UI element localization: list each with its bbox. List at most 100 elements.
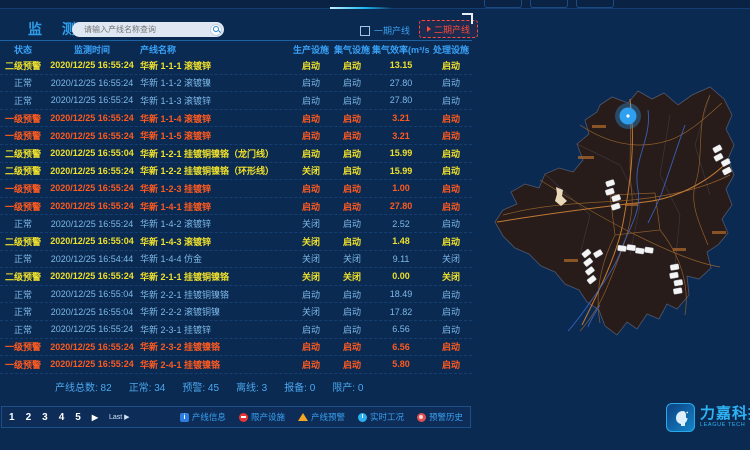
- cell-name: 华新 1-2-2 挂镀铜镍铬（环形线）: [138, 164, 290, 177]
- cell-gas-facility: 启动: [332, 288, 372, 301]
- page-button[interactable]: 1: [9, 412, 15, 423]
- legend-item-info[interactable]: i产线信息: [180, 411, 226, 423]
- cell-name: 华新 1-4-1 挂镀锌: [138, 200, 290, 213]
- summary-item: 正常: 34: [129, 379, 166, 394]
- realtime-icon: [358, 413, 367, 422]
- cell-gas-facility: 关闭: [332, 252, 372, 265]
- warning-icon: [298, 413, 308, 421]
- cell-status: 一级预警: [0, 340, 46, 353]
- cell-gas-rate: 5.80: [372, 359, 430, 369]
- phase2-label: 二期产线: [434, 23, 470, 36]
- table-row[interactable]: 正常2020/12/25 16:55:24华新 2-3-1 挂镀锌启动启动6.5…: [0, 321, 472, 339]
- district-map: [480, 55, 750, 405]
- cell-treatment-facility: 启动: [430, 217, 472, 230]
- logo-name: 力嘉科技: [700, 406, 750, 421]
- cell-production-facility: 启动: [290, 112, 332, 125]
- cell-name: 华新 1-2-1 挂镀铜镍铬（龙门线）: [138, 147, 290, 160]
- map-alert-marker[interactable]: [615, 103, 641, 129]
- page-button[interactable]: 2: [26, 412, 32, 423]
- cell-status: 二级预警: [0, 164, 46, 177]
- cell-gas-facility: 启动: [332, 217, 372, 230]
- table-row[interactable]: 二级预警2020/12/25 16:55:24华新 2-1-1 挂镀铜镍铬关闭关…: [0, 268, 472, 286]
- cell-treatment-facility: 启动: [430, 164, 472, 177]
- cell-status: 二级预警: [0, 147, 46, 160]
- search-input[interactable]: [82, 24, 210, 35]
- table-row[interactable]: 一级预警2020/12/25 16:55:24华新 1-2-3 挂镀锌启动启动1…: [0, 180, 472, 198]
- cell-treatment-facility: 启动: [430, 182, 472, 195]
- company-logo: 力嘉科技 LEAGUE TECH: [666, 403, 750, 432]
- cell-treatment-facility: 启动: [430, 305, 472, 318]
- page-button[interactable]: 3: [42, 412, 48, 423]
- legend-item-warning[interactable]: 产线预警: [298, 411, 345, 423]
- legend-item-realtime[interactable]: 实时工况: [358, 411, 404, 423]
- table-row[interactable]: 一级预警2020/12/25 16:55:24华新 1-1-5 滚镀锌启动启动3…: [0, 127, 472, 145]
- cell-status: 一级预警: [0, 182, 46, 195]
- cell-treatment-facility: 启动: [430, 323, 472, 336]
- table-row[interactable]: 二级预警2020/12/25 16:55:04华新 1-2-1 挂镀铜镍铬（龙门…: [0, 145, 472, 163]
- cell-status: 一级预警: [0, 200, 46, 213]
- summary-item: 预警: 45: [182, 379, 219, 394]
- search-box[interactable]: [72, 22, 224, 37]
- legend-label: 产线预警: [311, 411, 345, 423]
- cell-status: 二级预警: [0, 59, 46, 72]
- cell-time: 2020/12/25 16:55:24: [46, 342, 138, 352]
- cell-time: 2020/12/25 16:55:04: [46, 148, 138, 158]
- cell-gas-facility: 启动: [332, 164, 372, 177]
- cell-production-facility: 关闭: [290, 270, 332, 283]
- table-row[interactable]: 二级预警2020/12/25 16:55:04华新 1-4-3 滚镀锌关闭启动1…: [0, 233, 472, 251]
- tab-ornament: [576, 0, 614, 8]
- column-header: 生产设施: [290, 43, 332, 56]
- cell-gas-rate: 15.99: [372, 166, 430, 176]
- cell-gas-rate: 17.82: [372, 307, 430, 317]
- legend-item-history[interactable]: 预警历史: [417, 411, 463, 423]
- table-row[interactable]: 二级预警2020/12/25 16:55:24华新 1-1-1 滚镀锌启动启动1…: [0, 57, 472, 75]
- cell-time: 2020/12/25 16:55:04: [46, 307, 138, 317]
- column-header: 监测时间: [46, 43, 138, 56]
- checkbox-icon[interactable]: [360, 26, 370, 36]
- page-button[interactable]: 4: [59, 412, 65, 423]
- cell-name: 华新 1-1-1 滚镀锌: [138, 59, 290, 72]
- table-row[interactable]: 正常2020/12/25 16:55:24华新 1-1-2 滚镀镍启动启动27.…: [0, 75, 472, 93]
- phase1-checkbox[interactable]: 一期产线: [360, 24, 410, 37]
- table-row[interactable]: 二级预警2020/12/25 16:55:24华新 1-2-2 挂镀铜镍铬（环形…: [0, 163, 472, 181]
- table-row[interactable]: 一级预警2020/12/25 16:55:24华新 2-3-2 挂镀镍铬启动启动…: [0, 339, 472, 357]
- cell-production-facility: 关闭: [290, 235, 332, 248]
- table-row[interactable]: 正常2020/12/25 16:55:04华新 2-2-1 挂镀铜镍铬启动启动1…: [0, 286, 472, 304]
- page-button[interactable]: 5: [75, 412, 81, 423]
- legend-label: 产线信息: [192, 411, 226, 423]
- cell-production-facility: 关闭: [290, 252, 332, 265]
- cell-status: 一级预警: [0, 112, 46, 125]
- table-row[interactable]: 正常2020/12/25 16:54:44华新 1-4-4 仿金关闭关闭9.11…: [0, 251, 472, 269]
- pagination: 12345 ▶ Last ▶: [9, 412, 130, 423]
- next-page-button[interactable]: ▶: [92, 413, 98, 422]
- table-row[interactable]: 正常2020/12/25 16:55:04华新 2-2-2 滚镀铜镍关闭启动17…: [0, 303, 472, 321]
- cell-gas-facility: 启动: [332, 182, 372, 195]
- table-row[interactable]: 一级预警2020/12/25 16:55:24华新 1-4-1 挂镀锌启动启动2…: [0, 198, 472, 216]
- table-row[interactable]: 正常2020/12/25 16:55:24华新 1-4-2 滚镀锌关闭启动2.5…: [0, 215, 472, 233]
- table-header: 状态监测时间产线名称生产设施集气设施集气效率(m³/s)处理设施: [0, 42, 472, 57]
- cell-treatment-facility: 启动: [430, 288, 472, 301]
- tab-ornament: [484, 0, 522, 8]
- cell-status: 二级预警: [0, 235, 46, 248]
- cell-production-facility: 启动: [290, 76, 332, 89]
- table-row[interactable]: 一级预警2020/12/25 16:55:24华新 1-1-4 滚镀锌启动启动3…: [0, 110, 472, 128]
- table-row[interactable]: 一级预警2020/12/25 16:55:24华新 2-4-1 挂镀镍铬启动启动…: [0, 356, 472, 374]
- search-icon[interactable]: [210, 24, 222, 36]
- limit-icon: [239, 413, 248, 422]
- cell-time: 2020/12/25 16:55:04: [46, 289, 138, 299]
- cell-treatment-facility: 关闭: [430, 252, 472, 265]
- cell-gas-rate: 3.21: [372, 131, 430, 141]
- cell-gas-facility: 启动: [332, 129, 372, 142]
- corner-bracket: [462, 13, 473, 24]
- cell-gas-facility: 启动: [332, 358, 372, 371]
- table-row[interactable]: 正常2020/12/25 16:55:24华新 1-1-3 滚镀锌启动启动27.…: [0, 92, 472, 110]
- cell-gas-rate: 0.00: [372, 271, 430, 281]
- cell-time: 2020/12/25 16:55:24: [46, 131, 138, 141]
- cell-name: 华新 1-4-4 仿金: [138, 252, 290, 265]
- legend-item-limit[interactable]: 限产设施: [239, 411, 285, 423]
- cell-production-facility: 启动: [290, 323, 332, 336]
- cell-treatment-facility: 启动: [430, 235, 472, 248]
- last-page-button[interactable]: Last ▶: [109, 413, 130, 421]
- summary-item: 产线总数: 82: [55, 379, 112, 394]
- legend: i产线信息 限产设施 产线预警 实时工况 预警历史: [180, 411, 463, 423]
